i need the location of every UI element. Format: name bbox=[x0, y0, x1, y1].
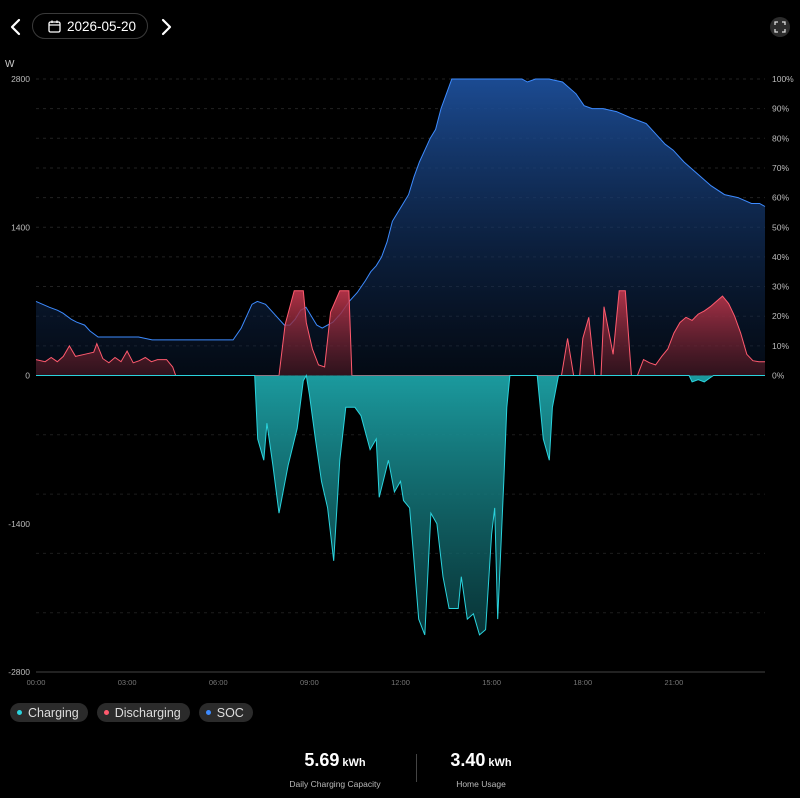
fullscreen-icon bbox=[774, 21, 786, 33]
y2-tick-label: 50% bbox=[772, 222, 789, 232]
legend-label: Discharging bbox=[114, 705, 181, 720]
soc-area bbox=[36, 79, 765, 376]
calendar-icon bbox=[48, 20, 61, 33]
y2-tick-label: 40% bbox=[772, 252, 789, 262]
next-day-button[interactable] bbox=[154, 14, 178, 40]
discharging-dot bbox=[103, 710, 109, 715]
charging-area bbox=[36, 375, 765, 635]
x-tick-label: 12:00 bbox=[391, 678, 410, 687]
y2-tick-label: 20% bbox=[772, 311, 789, 321]
home-usage-unit: kWh bbox=[488, 757, 512, 769]
top-bar: 2026-05-20 bbox=[0, 0, 800, 52]
y2-tick-label: 0% bbox=[772, 371, 785, 381]
x-tick-label: 21:00 bbox=[664, 678, 683, 687]
legend-discharging[interactable]: Discharging bbox=[96, 703, 190, 722]
charging-capacity-stat: 5.69 kWh Daily Charging Capacity bbox=[270, 750, 400, 789]
y2-tick-label: 60% bbox=[772, 193, 789, 203]
x-tick-label: 09:00 bbox=[300, 678, 319, 687]
x-tick-label: 18:00 bbox=[573, 678, 592, 687]
y-tick-label: 2800 bbox=[11, 74, 30, 84]
home-usage-value: 3.40 bbox=[450, 750, 486, 770]
y2-tick-label: 80% bbox=[772, 133, 789, 143]
y2-tick-label: 100% bbox=[772, 74, 794, 84]
chevron-right-icon bbox=[161, 18, 172, 36]
x-tick-label: 15:00 bbox=[482, 678, 501, 687]
home-usage-stat: 3.40 kWh Home Usage bbox=[416, 750, 546, 789]
prev-day-button[interactable] bbox=[4, 14, 28, 40]
y-tick-label: -2800 bbox=[8, 667, 30, 677]
charging-capacity-value: 5.69 bbox=[304, 750, 340, 770]
legend-charging[interactable]: Charging bbox=[10, 703, 88, 722]
daily-stats: 5.69 kWh Daily Charging Capacity 3.40 kWh … bbox=[270, 750, 530, 792]
energy-chart: W 2800 1400 0 -1400 -2800 100% 90% 80% 70% 60% 50% 4… bbox=[5, 59, 794, 687]
legend-label: Charging bbox=[28, 705, 79, 720]
date-label: 2026-05-20 bbox=[67, 18, 137, 34]
x-tick-label: 06:00 bbox=[209, 678, 228, 687]
legend-label: SOC bbox=[216, 705, 244, 720]
y2-tick-label: 90% bbox=[772, 104, 789, 114]
chevron-left-icon bbox=[10, 18, 21, 36]
y2-tick-label: 10% bbox=[772, 341, 789, 351]
y-tick-label: 1400 bbox=[11, 222, 30, 232]
legend-soc[interactable]: SOC bbox=[198, 703, 253, 722]
date-selector[interactable]: 2026-05-20 bbox=[32, 13, 148, 39]
home-usage-label: Home Usage bbox=[456, 779, 506, 789]
y-tick-label: 0 bbox=[25, 371, 30, 381]
x-tick-label: 00:00 bbox=[27, 678, 46, 687]
y-axis-unit-label: W bbox=[5, 59, 15, 70]
y-tick-label: -1400 bbox=[8, 519, 30, 529]
charging-dot bbox=[17, 710, 22, 715]
charging-capacity-unit: kWh bbox=[342, 757, 366, 769]
charging-capacity-label: Daily Charging Capacity bbox=[289, 779, 381, 789]
fullscreen-button[interactable] bbox=[770, 17, 790, 37]
y2-tick-label: 70% bbox=[772, 163, 789, 173]
chart-legend: Charging Discharging SOC bbox=[10, 703, 253, 722]
soc-dot bbox=[205, 710, 211, 715]
y2-tick-label: 30% bbox=[772, 282, 789, 292]
x-tick-label: 03:00 bbox=[118, 678, 137, 687]
